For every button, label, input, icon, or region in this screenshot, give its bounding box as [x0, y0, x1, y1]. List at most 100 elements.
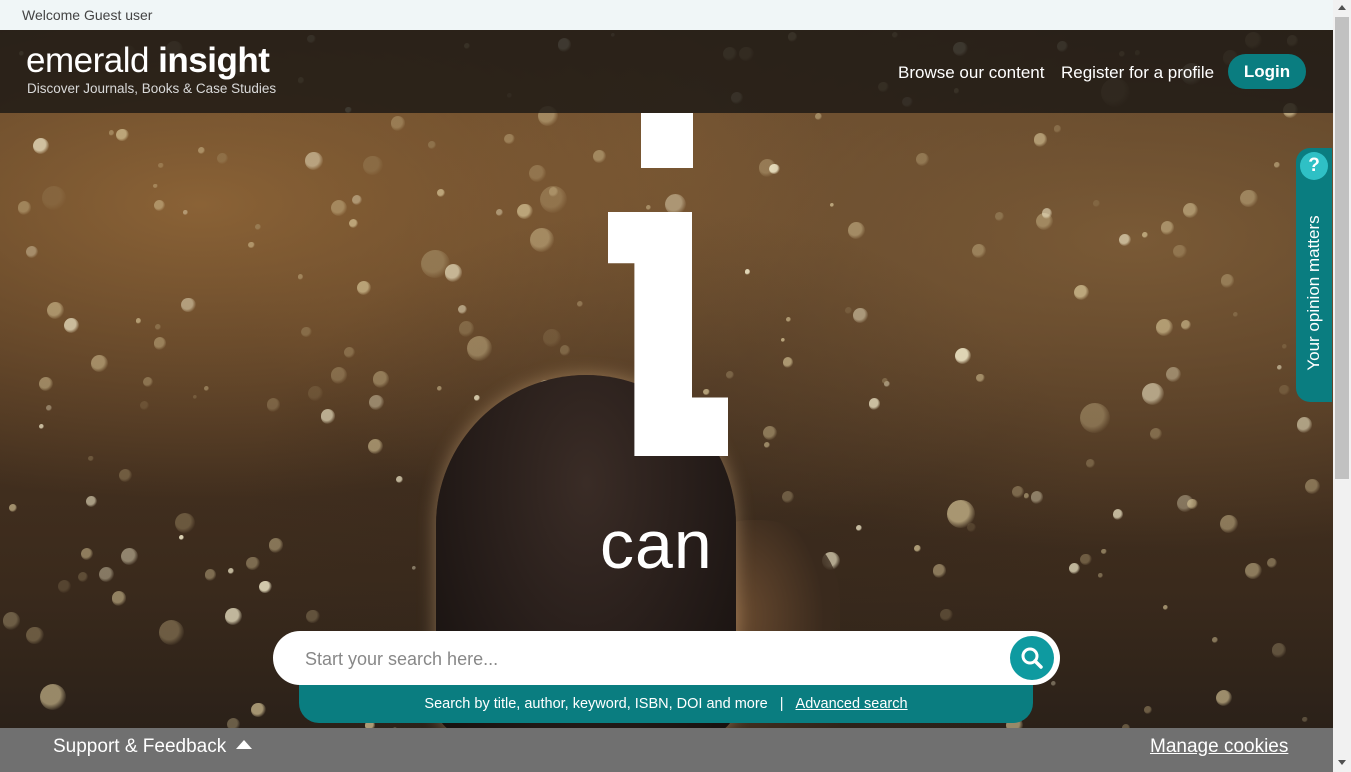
scroll-down-arrow-icon[interactable] — [1338, 760, 1346, 765]
bokeh-particle — [88, 455, 94, 462]
login-button[interactable]: Login — [1228, 54, 1306, 89]
bokeh-particle — [1156, 319, 1173, 336]
bokeh-particle — [744, 269, 751, 276]
bokeh-particle — [1093, 199, 1100, 207]
bokeh-particle — [781, 491, 794, 504]
bokeh-particle — [1215, 689, 1233, 706]
nav-register-profile[interactable]: Register for a profile — [1061, 63, 1214, 83]
bokeh-particle — [530, 228, 554, 252]
search-hint-separator: | — [779, 696, 784, 712]
question-icon[interactable]: ? — [1300, 152, 1328, 180]
bokeh-particle — [940, 608, 953, 622]
search-input[interactable] — [303, 631, 1007, 687]
search-hint-bar: Search by title, author, keyword, ISBN, … — [299, 685, 1033, 723]
bokeh-particle — [1141, 382, 1164, 405]
bokeh-particle — [1097, 572, 1103, 578]
bokeh-particle — [297, 274, 303, 280]
bokeh-particle — [17, 201, 32, 215]
bokeh-particle — [1187, 499, 1198, 510]
bokeh-particle — [204, 569, 217, 582]
bokeh-particle — [1119, 234, 1132, 246]
bokeh-particle — [1232, 311, 1239, 318]
caret-up-icon — [236, 740, 253, 749]
bokeh-particle — [830, 203, 835, 208]
bokeh-particle — [183, 210, 188, 215]
bokeh-particle — [1181, 320, 1192, 331]
emerald-insight-logo[interactable]: emerald insight — [26, 41, 270, 81]
bokeh-particle — [119, 468, 133, 482]
bokeh-particle — [814, 113, 822, 121]
bokeh-particle — [466, 336, 492, 361]
bokeh-particle — [785, 316, 791, 322]
nav-browse-content[interactable]: Browse our content — [898, 63, 1044, 83]
bokeh-particle — [1112, 509, 1124, 521]
scrollbar-thumb[interactable] — [1335, 17, 1349, 479]
bokeh-particle — [26, 626, 44, 645]
bokeh-particle — [301, 327, 312, 338]
bokeh-particle — [844, 306, 852, 315]
bokeh-particle — [1220, 274, 1235, 288]
bokeh-particle — [139, 400, 149, 410]
bokeh-particle — [153, 183, 158, 189]
bokeh-particle — [396, 475, 404, 484]
bokeh-particle — [227, 567, 235, 575]
bokeh-particle — [703, 388, 710, 396]
bokeh-particle — [543, 328, 562, 347]
bokeh-particle — [1085, 458, 1095, 468]
bokeh-particle — [848, 222, 865, 240]
bokeh-particle — [251, 702, 266, 718]
bokeh-particle — [363, 155, 383, 176]
bokeh-particle — [914, 544, 922, 552]
bokeh-particle — [99, 566, 115, 583]
bokeh-particle — [1073, 284, 1090, 300]
bokeh-particle — [1279, 384, 1291, 396]
hero-letter-i-dot — [641, 113, 693, 168]
bokeh-particle — [116, 128, 129, 142]
bokeh-particle — [1273, 162, 1280, 168]
feedback-label[interactable]: Your opinion matters — [1304, 215, 1324, 370]
bokeh-particle — [853, 308, 868, 323]
bokeh-particle — [9, 503, 18, 512]
bokeh-particle — [1271, 643, 1287, 658]
bokeh-particle — [528, 164, 546, 182]
bokeh-particle — [63, 317, 80, 334]
bokeh-particle — [868, 398, 881, 410]
bokeh-particle — [1173, 245, 1187, 259]
bokeh-particle — [2, 612, 21, 630]
search-button[interactable] — [1010, 636, 1054, 680]
bokeh-particle — [320, 409, 336, 425]
bokeh-particle — [91, 354, 108, 372]
logo-tagline: Discover Journals, Books & Case Studies — [27, 81, 277, 96]
bokeh-particle — [308, 385, 324, 401]
logo-word-bold: insight — [158, 41, 270, 80]
bokeh-particle — [539, 185, 568, 214]
bokeh-particle — [372, 370, 390, 388]
bokeh-particle — [154, 337, 167, 350]
bokeh-particle — [763, 442, 771, 449]
bokeh-particle — [1053, 125, 1061, 133]
search-hint-text: Search by title, author, keyword, ISBN, … — [424, 696, 768, 712]
bokeh-particle — [427, 141, 436, 150]
support-feedback-toggle[interactable]: Support & Feedback — [53, 736, 253, 758]
bokeh-particle — [40, 683, 67, 710]
bokeh-particle — [1219, 515, 1238, 533]
support-feedback-label: Support & Feedback — [53, 736, 227, 757]
bokeh-particle — [344, 347, 356, 359]
bokeh-particle — [780, 337, 785, 342]
bokeh-particle — [330, 367, 348, 384]
bokeh-particle — [38, 376, 53, 391]
bokeh-particle — [1030, 491, 1044, 505]
scroll-up-arrow-icon[interactable] — [1338, 5, 1346, 10]
advanced-search-link[interactable]: Advanced search — [796, 696, 908, 712]
bokeh-particle — [1149, 427, 1162, 440]
bokeh-particle — [593, 150, 606, 163]
bokeh-particle — [225, 608, 242, 625]
bokeh-particle — [368, 438, 384, 454]
bokeh-particle — [1281, 343, 1288, 350]
manage-cookies-link[interactable]: Manage cookies — [1150, 736, 1288, 758]
bokeh-particle — [258, 580, 272, 594]
bokeh-particle — [1101, 548, 1107, 555]
bokeh-particle — [976, 373, 986, 383]
bokeh-particle — [1183, 202, 1199, 218]
bokeh-particle — [121, 548, 139, 566]
